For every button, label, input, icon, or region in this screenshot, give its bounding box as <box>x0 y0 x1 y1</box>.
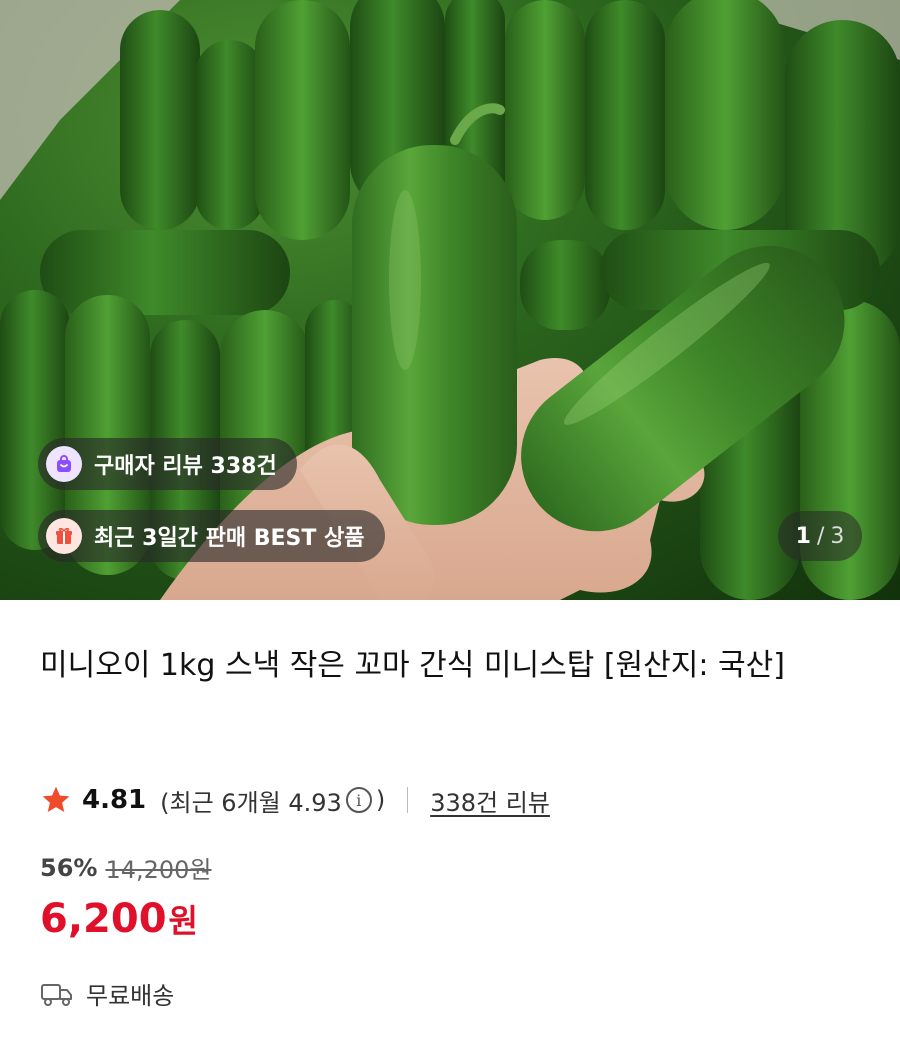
reviews-link[interactable]: 338건 리뷰 <box>430 783 550 818</box>
buyer-reviews-badge-label: 구매자 리뷰 338건 <box>94 454 277 479</box>
sale-price-number: 6,200 <box>40 896 167 942</box>
best-seller-badge: 최근 3일간 판매 BEST 상품 <box>38 510 385 562</box>
pager-total: 3 <box>830 523 845 549</box>
original-price: 14,200원 <box>105 856 212 884</box>
image-pager: 1 / 3 <box>778 511 862 561</box>
recent-rating-text: (최근 6개월 4.93 <box>160 788 342 817</box>
pager-separator: / <box>816 523 825 549</box>
rating-score: 4.81 <box>82 785 147 815</box>
best-seller-badge-label: 최근 3일간 판매 BEST 상품 <box>94 526 365 551</box>
shipping-info: 무료배송 <box>40 976 174 1011</box>
info-icon[interactable]: i <box>345 787 372 813</box>
discount-percent: 56% <box>40 853 98 882</box>
product-image-carousel[interactable]: 구매자 리뷰 338건 최근 3일간 판매 BEST 상품 1 / 3 <box>0 0 900 600</box>
divider <box>407 787 409 813</box>
rating-row: 4.81 (최근 6개월 4.93 i ) 338건 리뷰 <box>40 778 550 822</box>
gift-icon <box>46 518 82 554</box>
product-title: 미니오이 1kg 스낵 작은 꼬마 간식 미니스탑 [원산지: 국산] <box>40 648 785 683</box>
truck-icon <box>41 983 72 1006</box>
discount-row: 56% 14,200원 <box>40 850 212 885</box>
buyer-reviews-badge: 구매자 리뷰 338건 <box>38 438 297 490</box>
sale-price: 6,200 원 <box>40 896 198 942</box>
shipping-label: 무료배송 <box>86 982 175 1010</box>
recent-rating-close: ) <box>375 786 386 814</box>
star-icon <box>42 786 70 812</box>
sale-price-unit: 원 <box>168 902 198 940</box>
shopping-bag-icon <box>46 446 82 482</box>
recent-rating: (최근 6개월 4.93 i ) <box>160 783 385 818</box>
pager-current: 1 <box>795 523 811 549</box>
